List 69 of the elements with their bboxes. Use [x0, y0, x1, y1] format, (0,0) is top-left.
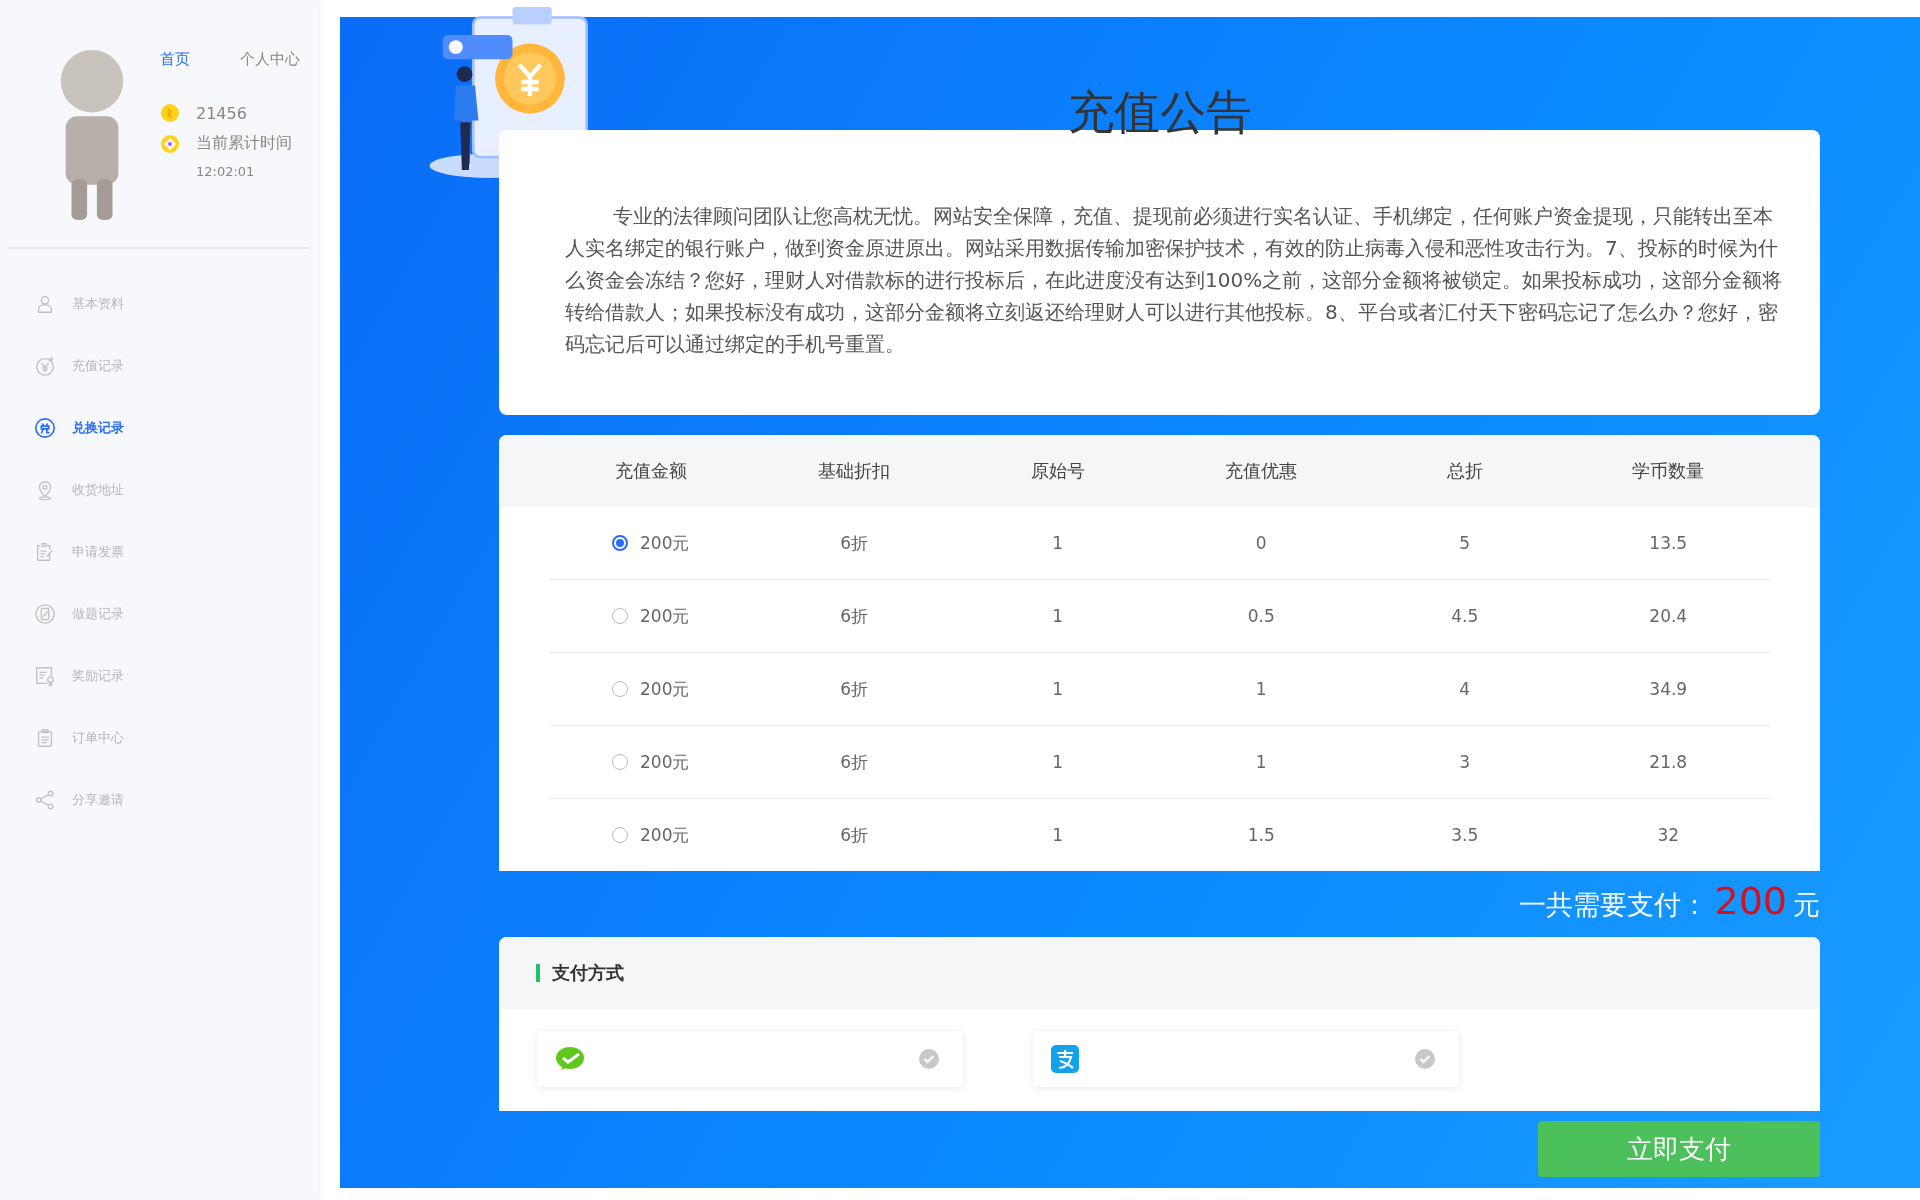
table-cell-text: 32 — [1656, 825, 1681, 845]
certificate-icon — [34, 665, 56, 687]
column-header: 充值金额 — [613, 459, 688, 483]
column-header: 充值优惠 — [1224, 459, 1299, 483]
menu-item[interactable]: 申请发票 — [34, 521, 318, 583]
amount-radio[interactable]: 200元 — [549, 604, 753, 628]
exchange-icon — [34, 417, 56, 439]
notice-title: 充值公告 — [1066, 84, 1253, 141]
table-cell-text: 3 — [1458, 752, 1472, 772]
amount-radio[interactable]: 200元 — [549, 823, 753, 847]
table-cell-text: 20.4 — [1648, 606, 1689, 626]
payment-option[interactable] — [1033, 1031, 1459, 1087]
menu-item[interactable]: 兑换记录 — [34, 397, 318, 459]
radio-icon[interactable] — [612, 535, 628, 551]
amount-radio[interactable]: 200元 — [549, 750, 753, 774]
currency-unit: 元 — [1793, 888, 1820, 922]
share-icon — [34, 789, 56, 811]
column-header: 学币数量 — [1631, 459, 1706, 483]
table-cell-text: 0.5 — [1246, 606, 1276, 626]
menu-item[interactable]: 订单中心 — [34, 707, 318, 769]
alipay-icon — [1051, 1045, 1079, 1073]
table-cell-text: 1 — [1051, 825, 1065, 845]
table-cell-text: 5 — [1458, 533, 1472, 553]
table-cell-text: 1 — [1051, 606, 1065, 626]
amount-radio[interactable]: 200元 — [549, 531, 753, 555]
table-cell-text: 1 — [1051, 679, 1065, 699]
table-cell-text: 6折 — [839, 823, 870, 847]
menu-item[interactable]: 做题记录 — [34, 583, 318, 645]
table-cell-text: 1 — [1254, 679, 1268, 699]
column-header: 总折 — [1445, 459, 1484, 483]
payment-title: 支付方式 — [536, 964, 624, 982]
pay-button[interactable]: 立即支付 — [1538, 1121, 1820, 1177]
notice-text: 专业的法律顾问团队让您高枕无忧。网站安全保障，充值、提现前必须进行实名认证、手机绑定，任何账户资金提现，只能转出至本人实名绑定的银行账户，做到资金原进原出。网站采用数据传输加密保护技术，有效的防止病毒入侵和恶性攻击行为。7、投标的时候为什么资金会冻结？您好，理财人对借款标的进行投标后，在此进度没有达到100%之前，这部分金额将被锁定。如果投标成功，这部分金额将转给借款人；如果投标没有成功，这部分金额将立刻返还给理财人可以进行其他投标。8、平台或者汇付天下密码忘记了怎么办？您好，密码忘记后可以通过绑定的手机号重置。 — [565, 203, 1784, 358]
total-amount: 200 — [1714, 879, 1787, 923]
coin-count: 21456 — [196, 103, 247, 123]
nav-link[interactable]: 首页 — [160, 50, 190, 69]
table-cell-text: 4.5 — [1450, 606, 1480, 626]
invoice-icon — [34, 541, 56, 563]
nav-link[interactable]: 个人中心 — [240, 50, 300, 69]
tablet-icon — [34, 603, 56, 625]
column-header: 基础折扣 — [817, 459, 892, 483]
time-value: 12:02:01 — [196, 164, 256, 179]
coin-icon — [160, 103, 180, 123]
table-cell-text: 4 — [1458, 679, 1472, 699]
table-cell-text: 1.5 — [1246, 825, 1276, 845]
total-label: 一共需要支付： — [1519, 888, 1709, 922]
menu-item[interactable]: 奖励记录 — [34, 645, 318, 707]
amount-radio[interactable]: 200元 — [549, 677, 753, 701]
menu-item[interactable]: 基本资料 — [34, 273, 318, 335]
table-cell-text: 1 — [1254, 752, 1268, 772]
table-cell-text: 1 — [1051, 752, 1065, 772]
time-label: 当前累计时间 — [196, 133, 292, 154]
column-header: 原始号 — [1029, 459, 1086, 483]
table-cell-text: 6折 — [839, 677, 870, 701]
table-cell-text: 6折 — [839, 604, 870, 628]
table-cell-text: 6折 — [839, 750, 870, 774]
table-cell-text: 0 — [1254, 533, 1268, 553]
menu-item[interactable]: 分享邀请 — [34, 769, 318, 831]
table-cell-text: 1 — [1051, 533, 1065, 553]
menu-item[interactable]: 收货地址 — [34, 459, 318, 521]
table-cell-text: 3.5 — [1450, 825, 1480, 845]
payment-option[interactable] — [537, 1031, 963, 1087]
yen-icon — [34, 355, 56, 377]
menu-item[interactable]: 充值记录 — [34, 335, 318, 397]
table-cell-text: 13.5 — [1648, 533, 1689, 553]
table-cell-text: 6折 — [839, 531, 870, 555]
table-cell-text: 34.9 — [1648, 679, 1689, 699]
table-cell-text: 21.8 — [1648, 752, 1689, 772]
wechat-pay-icon — [555, 1045, 585, 1073]
